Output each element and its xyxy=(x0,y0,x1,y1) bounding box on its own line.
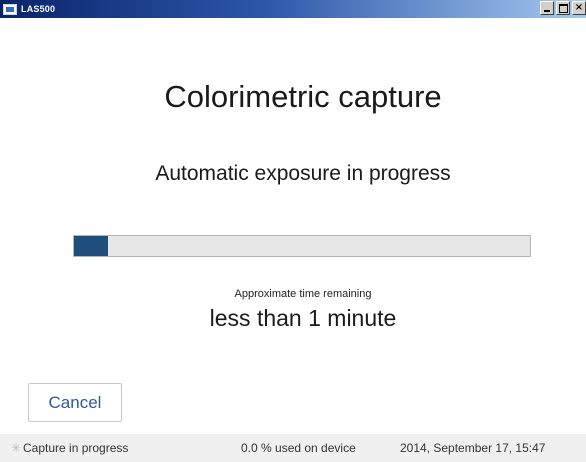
capture-panel: Colorimetric capture Automatic exposure … xyxy=(0,18,586,462)
minimize-button[interactable] xyxy=(540,1,554,15)
exposure-progress-bar xyxy=(73,235,531,257)
maximize-button[interactable] xyxy=(556,1,570,15)
window-titlebar[interactable]: LAS500 × xyxy=(0,0,586,18)
datetime-text: 2014, September 17, 15:47 xyxy=(400,441,546,455)
cancel-button[interactable]: Cancel xyxy=(28,383,122,422)
page-title: Colorimetric capture xyxy=(164,79,442,114)
window-controls: × xyxy=(538,1,586,15)
app-icon xyxy=(3,3,17,15)
close-button[interactable]: × xyxy=(572,1,586,15)
device-storage-text: 0.0 % used on device xyxy=(241,441,356,455)
capture-status-text: Capture in progress xyxy=(23,441,129,455)
spinner-icon: ✳ xyxy=(11,441,22,455)
exposure-status-text: Automatic exposure in progress xyxy=(155,162,451,185)
status-bar: ✳ Capture in progress 0.0 % used on devi… xyxy=(0,434,586,462)
progress-bar-fill xyxy=(74,236,109,256)
time-remaining-label: Approximate time remaining xyxy=(234,288,372,300)
window-title: LAS500 xyxy=(21,4,56,14)
time-remaining-value: less than 1 minute xyxy=(209,305,397,331)
